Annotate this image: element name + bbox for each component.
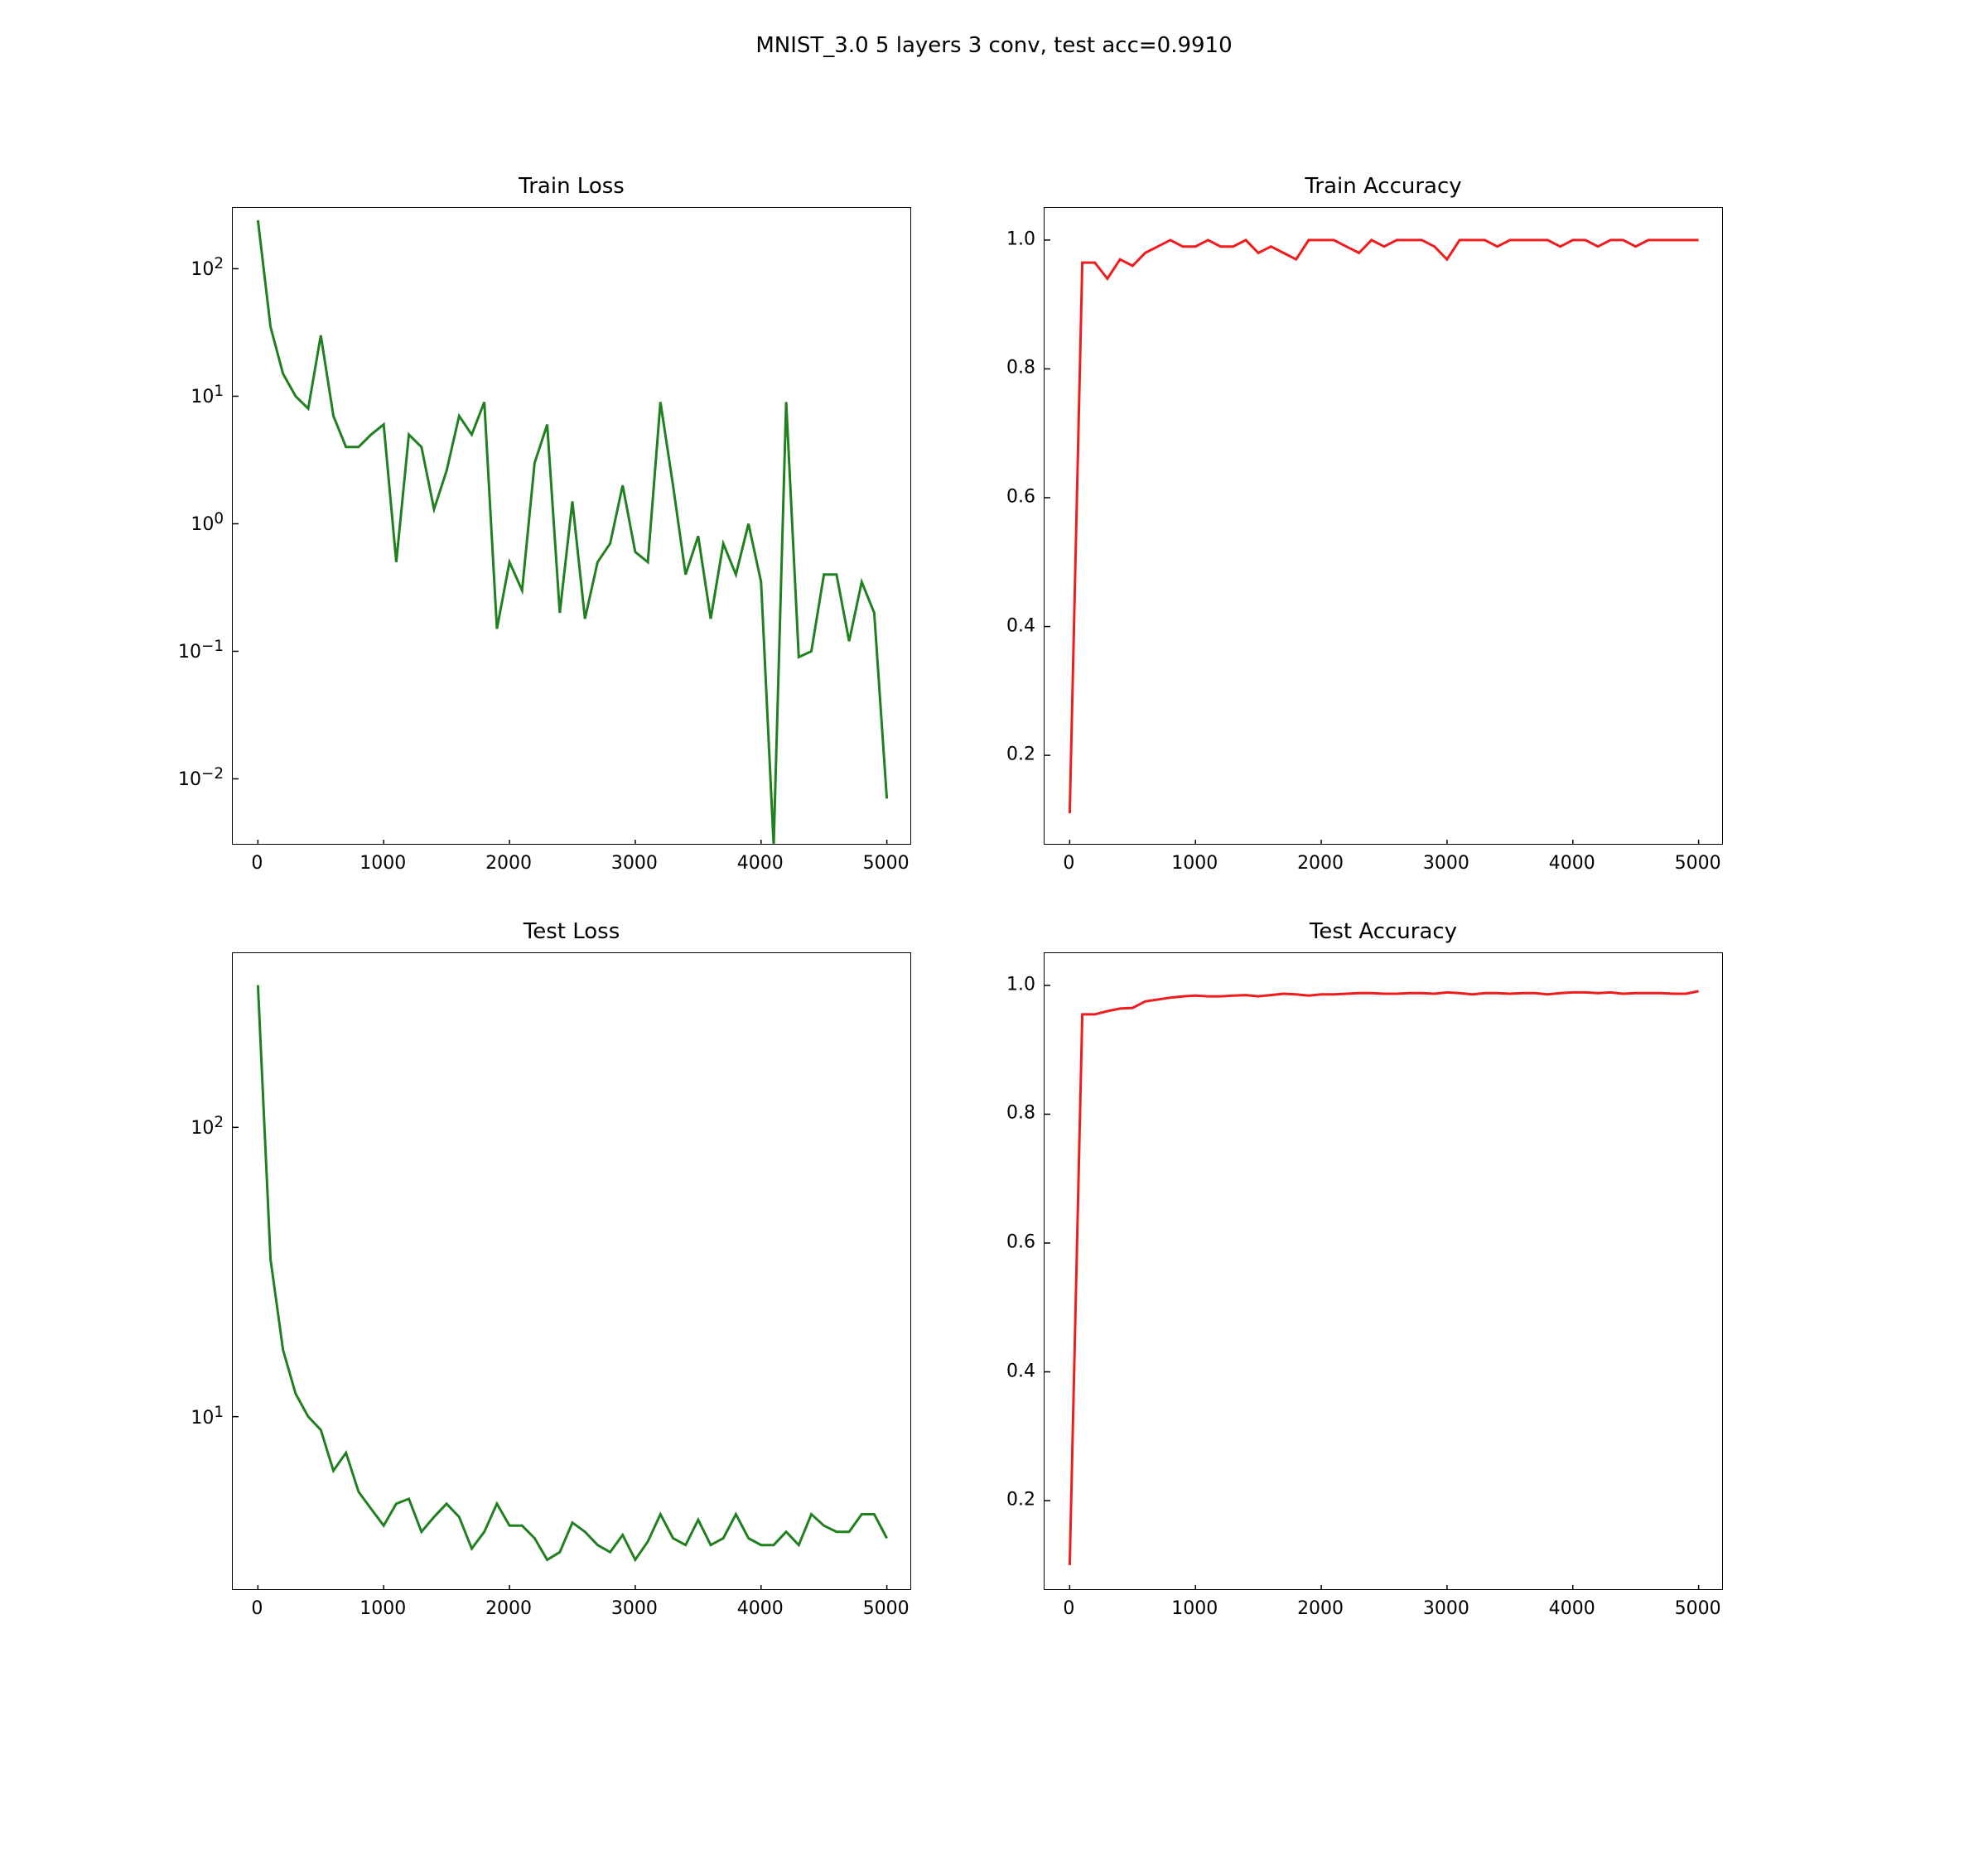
- plot-area: [232, 207, 911, 845]
- figure: MNIST_3.0 5 layers 3 conv, test acc=0.99…: [0, 0, 1988, 1855]
- xtick-label: 2000: [1297, 853, 1344, 874]
- ytick-label: 100: [166, 510, 224, 535]
- axes-title: Test Accuracy: [1044, 919, 1723, 944]
- xtick-label: 2000: [485, 853, 532, 874]
- ytick-label: 10−2: [166, 765, 224, 790]
- ytick-label: 0.2: [998, 744, 1035, 765]
- subplot-train_loss: Train Loss01000200030004000500010−210−11…: [232, 207, 911, 845]
- xtick-label: 1000: [359, 853, 406, 874]
- xtick-label: 3000: [611, 853, 658, 874]
- ytick-label: 0.4: [998, 1361, 1035, 1381]
- xtick-label: 1000: [359, 1598, 406, 1619]
- subplot-test_loss: Test Loss010002000300040005000101102: [232, 952, 911, 1590]
- ytick-label: 1.0: [998, 229, 1035, 249]
- subplot-test_acc: Test Accuracy0100020003000400050000.20.4…: [1044, 952, 1723, 1590]
- ytick-label: 0.6: [998, 487, 1035, 508]
- ytick-label: 0.4: [998, 615, 1035, 636]
- xtick-label: 3000: [1423, 853, 1469, 874]
- figure-suptitle: MNIST_3.0 5 layers 3 conv, test acc=0.99…: [0, 33, 1988, 58]
- series-train_loss: [258, 220, 886, 845]
- series-test_acc: [1069, 991, 1698, 1565]
- ytick-label: 1.0: [998, 974, 1035, 995]
- xtick-label: 0: [251, 1598, 263, 1619]
- xtick-label: 5000: [1675, 1598, 1721, 1619]
- ytick-label: 102: [166, 1114, 224, 1139]
- ytick-label: 101: [166, 383, 224, 407]
- xtick-label: 5000: [863, 853, 910, 874]
- series-train_acc: [1069, 240, 1698, 813]
- xtick-label: 3000: [611, 1598, 658, 1619]
- ytick-label: 0.6: [998, 1232, 1035, 1253]
- plot-area: [1044, 207, 1723, 845]
- plot-area: [1044, 952, 1723, 1590]
- ytick-label: 0.2: [998, 1490, 1035, 1510]
- axes-title: Train Accuracy: [1044, 174, 1723, 199]
- xtick-label: 5000: [1675, 853, 1721, 874]
- ytick-label: 101: [166, 1404, 224, 1429]
- ytick-label: 102: [166, 255, 224, 280]
- xtick-label: 5000: [863, 1598, 910, 1619]
- xtick-label: 0: [251, 853, 263, 874]
- ytick-label: 0.8: [998, 358, 1035, 378]
- axes-title: Train Loss: [232, 174, 911, 199]
- xtick-label: 1000: [1171, 1598, 1218, 1619]
- xtick-label: 2000: [485, 1598, 532, 1619]
- xtick-label: 2000: [1297, 1598, 1344, 1619]
- plot-area: [232, 952, 911, 1590]
- xtick-label: 3000: [1423, 1598, 1469, 1619]
- xtick-label: 4000: [1549, 1598, 1595, 1619]
- axes-title: Test Loss: [232, 919, 911, 944]
- xtick-label: 4000: [737, 1598, 784, 1619]
- xtick-label: 0: [1063, 1598, 1074, 1619]
- xtick-label: 0: [1063, 853, 1074, 874]
- ytick-label: 0.8: [998, 1103, 1035, 1124]
- subplot-train_acc: Train Accuracy0100020003000400050000.20.…: [1044, 207, 1723, 845]
- ytick-label: 10−1: [166, 638, 224, 662]
- xtick-label: 4000: [737, 853, 784, 874]
- xtick-label: 1000: [1171, 853, 1218, 874]
- xtick-label: 4000: [1549, 853, 1595, 874]
- series-test_loss: [258, 985, 886, 1560]
